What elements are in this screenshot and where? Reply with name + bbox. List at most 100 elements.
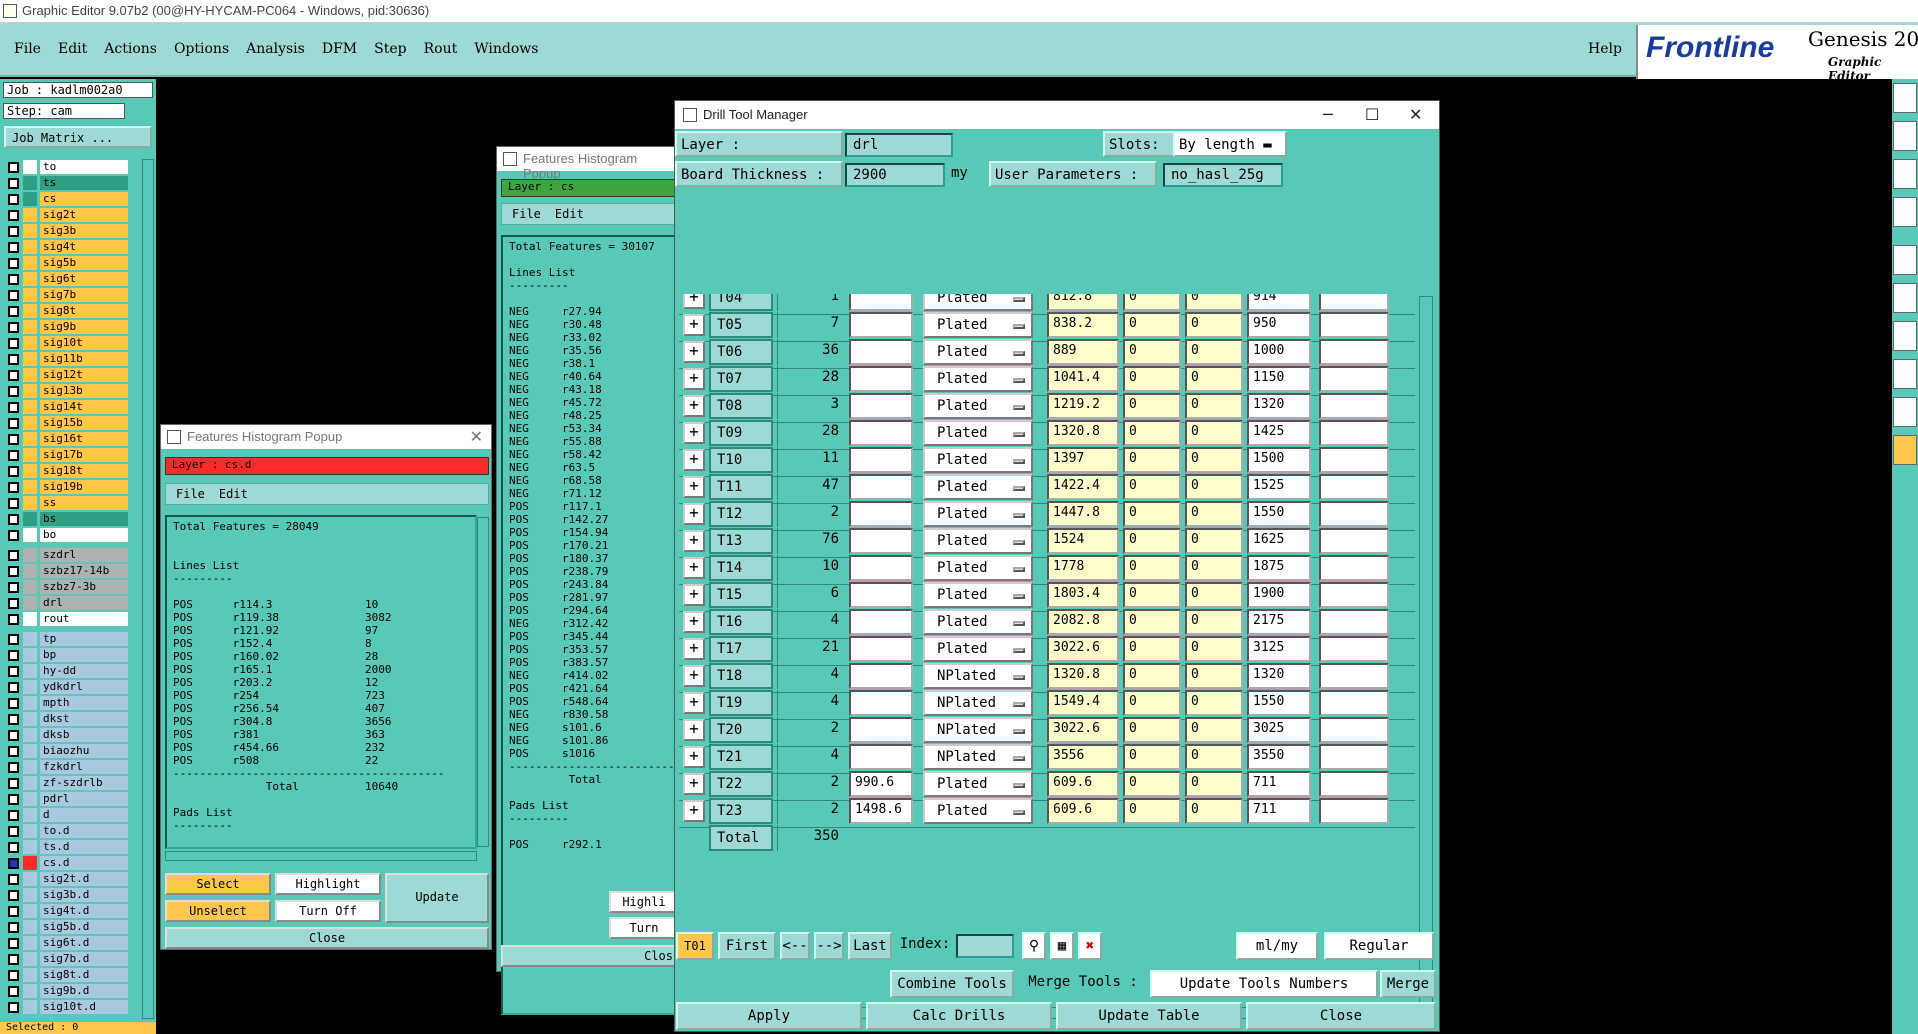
tool-in-field[interactable]: [849, 528, 913, 554]
layer-checkbox[interactable]: [8, 178, 19, 189]
tool-size-field[interactable]: 1778: [1047, 555, 1119, 581]
menu-file[interactable]: File: [176, 487, 205, 501]
tool-extra-field[interactable]: [1319, 771, 1389, 797]
layer-checkbox[interactable]: [8, 290, 19, 301]
layer-checkbox[interactable]: [8, 954, 19, 965]
tool-type-dropdown[interactable]: Plated: [923, 582, 1033, 608]
menu-edit[interactable]: Edit: [555, 207, 584, 221]
tool-in-field[interactable]: [849, 609, 913, 635]
tool-type-dropdown[interactable]: Plated: [923, 798, 1033, 824]
histogram-cs-turnoff-button[interactable]: Turn: [609, 917, 679, 939]
histogram-select-button[interactable]: Select: [165, 873, 271, 895]
menu-help[interactable]: Help: [1588, 41, 1622, 57]
tool-in-field[interactable]: [849, 339, 913, 365]
tool-a-field[interactable]: 0: [1123, 798, 1181, 824]
tool-size-field[interactable]: 3556: [1047, 744, 1119, 770]
histogram-update-button[interactable]: Update: [385, 873, 489, 923]
layer-checkbox[interactable]: [8, 698, 19, 709]
layer-row[interactable]: pdrl: [4, 791, 128, 807]
tool-extra-field[interactable]: [1319, 744, 1389, 770]
tool-type-dropdown[interactable]: Plated: [923, 474, 1033, 500]
tool-b-field[interactable]: 0: [1185, 393, 1243, 419]
layer-row[interactable]: ss: [4, 495, 128, 511]
expand-icon[interactable]: +: [683, 800, 705, 822]
layer-checkbox[interactable]: [8, 162, 19, 173]
close-icon[interactable]: ✕: [1409, 105, 1422, 124]
layer-row[interactable]: ts: [4, 175, 128, 191]
tool-in-field[interactable]: [849, 582, 913, 608]
tool-fin-field[interactable]: 3550: [1247, 744, 1311, 770]
layer-checkbox[interactable]: [8, 986, 19, 997]
layer-checkbox[interactable]: [8, 242, 19, 253]
tool-size-field[interactable]: 1219.2: [1047, 393, 1119, 419]
layer-checkbox[interactable]: [8, 794, 19, 805]
layer-checkbox[interactable]: [8, 498, 19, 509]
expand-icon[interactable]: +: [683, 665, 705, 687]
expand-icon[interactable]: +: [683, 746, 705, 768]
job-matrix-button[interactable]: Job Matrix ...: [4, 126, 152, 148]
layer-row[interactable]: sig4t: [4, 239, 128, 255]
layer-row[interactable]: sig13b: [4, 383, 128, 399]
layer-checkbox[interactable]: [8, 258, 19, 269]
tool-fin-field[interactable]: 1875: [1247, 555, 1311, 581]
tool-size-field[interactable]: 889: [1047, 339, 1119, 365]
tool-table-scrollbar[interactable]: [1419, 296, 1433, 1006]
tool-fin-field[interactable]: 1320: [1247, 393, 1311, 419]
tool-b-field[interactable]: 0: [1185, 609, 1243, 635]
tool-b-field[interactable]: 0: [1185, 771, 1243, 797]
tool-b-field[interactable]: 0: [1185, 447, 1243, 473]
layer-checkbox[interactable]: [8, 418, 19, 429]
tool-a-field[interactable]: 0: [1123, 744, 1181, 770]
layer-checkbox[interactable]: [8, 906, 19, 917]
layer-row[interactable]: sig11b: [4, 351, 128, 367]
tool-a-field[interactable]: 0: [1123, 663, 1181, 689]
tool-in-field[interactable]: 990.6: [849, 771, 913, 797]
menu-windows[interactable]: Windows: [474, 41, 538, 57]
mode-dropdown[interactable]: Regular: [1324, 932, 1434, 960]
tool-a-field[interactable]: 0: [1123, 312, 1181, 338]
tool-b-field[interactable]: 0: [1185, 420, 1243, 446]
tool-in-field[interactable]: [849, 717, 913, 743]
update-table-button[interactable]: Update Table: [1056, 1002, 1242, 1030]
tool-size-field[interactable]: 1447.8: [1047, 501, 1119, 527]
layer-checkbox[interactable]: [8, 650, 19, 661]
tool-extra-field[interactable]: [1319, 690, 1389, 716]
filter-icon[interactable]: ▦: [1050, 932, 1074, 960]
layer-checkbox[interactable]: [8, 634, 19, 645]
layer-checkbox[interactable]: [8, 306, 19, 317]
tool-type-dropdown[interactable]: Plated: [923, 555, 1033, 581]
tool-fin-field[interactable]: 1000: [1247, 339, 1311, 365]
layer-checkbox[interactable]: [8, 482, 19, 493]
tool-fin-field[interactable]: 711: [1247, 771, 1311, 797]
tool-extra-field[interactable]: [1319, 636, 1389, 662]
tool-b-field[interactable]: 0: [1185, 474, 1243, 500]
tool-fin-field[interactable]: 1500: [1247, 447, 1311, 473]
layer-row[interactable]: d: [4, 807, 128, 823]
tool-a-field[interactable]: 0: [1123, 717, 1181, 743]
layer-row[interactable]: sig15b: [4, 415, 128, 431]
layer-checkbox[interactable]: [8, 614, 19, 625]
layer-checkbox[interactable]: [8, 226, 19, 237]
tool-type-dropdown[interactable]: Plated: [923, 393, 1033, 419]
tool-type-dropdown[interactable]: NPlated: [923, 663, 1033, 689]
layer-row[interactable]: sig7b.d: [4, 951, 128, 967]
user-parameters-field[interactable]: no_hasl_25g: [1163, 163, 1283, 187]
delete-icon[interactable]: ✖: [1078, 932, 1102, 960]
tool-type-dropdown[interactable]: Plated: [923, 501, 1033, 527]
tool-extra-field[interactable]: [1319, 555, 1389, 581]
menu-rout[interactable]: Rout: [424, 41, 458, 57]
layer-row[interactable]: ts.d: [4, 839, 128, 855]
last-button[interactable]: Last: [848, 932, 892, 960]
tool-type-dropdown[interactable]: Plated: [923, 447, 1033, 473]
layer-row[interactable]: bo: [4, 527, 128, 543]
layer-checkbox[interactable]: [8, 566, 19, 577]
tool-a-field[interactable]: 0: [1123, 366, 1181, 392]
histogram-cs-close-button[interactable]: Clos: [501, 945, 677, 967]
tool-a-field[interactable]: 0: [1123, 528, 1181, 554]
histogram-cs-highlight-button[interactable]: Highli: [609, 891, 679, 913]
tool-b-field[interactable]: 0: [1185, 744, 1243, 770]
prev-button[interactable]: <--: [780, 932, 810, 960]
layer-row[interactable]: sig2t: [4, 207, 128, 223]
layer-row[interactable]: sig10t.d: [4, 999, 128, 1015]
layer-checkbox[interactable]: [8, 274, 19, 285]
